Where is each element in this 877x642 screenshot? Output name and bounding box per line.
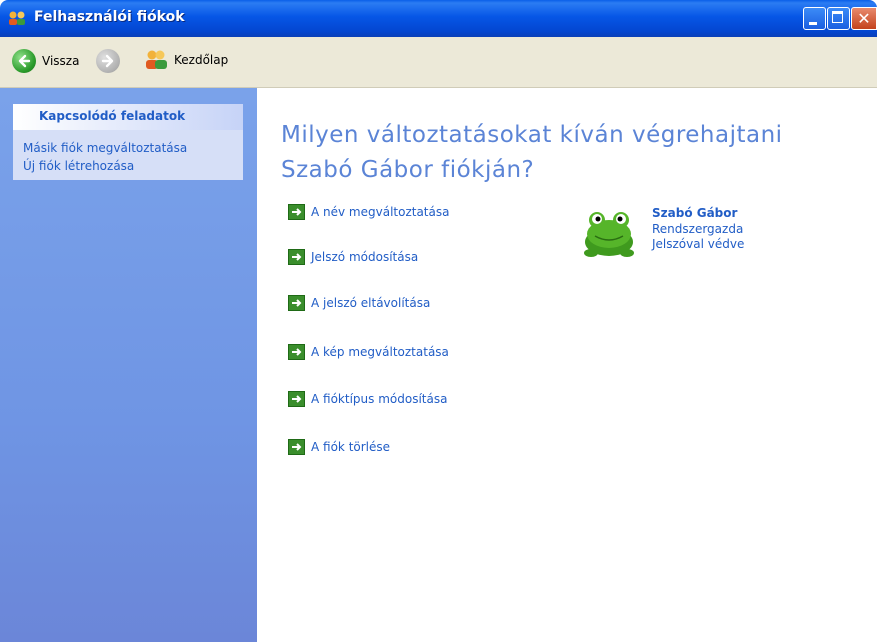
sidebar: Kapcsolódó feladatok Másik fiók megválto… — [0, 88, 257, 642]
action-label: A kép megváltoztatása — [311, 345, 449, 359]
green-arrow-icon — [288, 295, 305, 311]
forward-button[interactable] — [96, 49, 120, 73]
green-arrow-icon — [288, 439, 305, 455]
home-users-icon — [146, 50, 167, 69]
frog-icon — [584, 212, 634, 257]
title-bar[interactable]: Felhasználói fiókok ✕ — [0, 0, 877, 37]
maximize-icon — [832, 11, 843, 23]
back-button[interactable]: Vissza — [12, 49, 79, 73]
green-arrow-icon — [288, 344, 305, 360]
home-label: Kezdőlap — [174, 53, 229, 67]
window-title: Felhasználói fiókok — [34, 9, 185, 25]
action-delete-account[interactable]: A fiók törlése — [288, 439, 390, 455]
main-content: Milyen változtatásokat kíván végrehajtan… — [257, 88, 877, 642]
action-label: Jelszó módosítása — [311, 250, 419, 264]
action-label: A fiók törlése — [311, 440, 391, 454]
minimize-icon — [809, 22, 817, 25]
user-status: Jelszóval védve — [652, 237, 745, 251]
page-title: Milyen változtatásokat kíván végrehajtan… — [281, 118, 841, 188]
page-title-line-2: Szabó Gábor fiókján? — [281, 157, 535, 183]
related-tasks-panel: Kapcsolódó feladatok Másik fiók megválto… — [13, 104, 243, 180]
action-change-password[interactable]: Jelszó módosítása — [288, 249, 418, 265]
user-name: Szabó Gábor — [652, 206, 738, 220]
panel-title: Kapcsolódó feladatok — [13, 104, 243, 130]
user-role: Rendszergazda — [652, 222, 744, 236]
action-label: A jelszó eltávolítása — [311, 296, 431, 310]
back-label: Vissza — [42, 54, 80, 68]
back-arrow-icon — [12, 49, 36, 73]
close-button[interactable]: ✕ — [851, 7, 877, 30]
action-remove-password[interactable]: A jelszó eltávolítása — [288, 295, 430, 311]
green-arrow-icon — [288, 391, 305, 407]
page-title-line-1: Milyen változtatásokat kíván végrehajtan… — [281, 122, 783, 148]
action-label: A fióktípus módosítása — [311, 392, 448, 406]
green-arrow-icon — [288, 249, 305, 265]
action-label: A név megváltoztatása — [311, 205, 450, 219]
action-change-account-type[interactable]: A fióktípus módosítása — [288, 391, 447, 407]
green-arrow-icon — [288, 204, 305, 220]
sidebar-link-change-account[interactable]: Másik fiók megváltoztatása — [13, 139, 243, 157]
action-change-name[interactable]: A név megváltoztatása — [288, 204, 449, 220]
sidebar-link-create-account[interactable]: Új fiók létrehozása — [13, 157, 243, 175]
action-change-picture[interactable]: A kép megváltoztatása — [288, 344, 449, 360]
maximize-button[interactable] — [827, 7, 850, 30]
home-button[interactable]: Kezdőlap — [144, 49, 228, 71]
toolbar: Vissza Kezdőlap — [0, 37, 877, 88]
close-icon: ✕ — [857, 9, 871, 28]
user-accounts-icon — [9, 11, 25, 25]
minimize-button[interactable] — [803, 7, 826, 30]
forward-arrow-icon — [96, 49, 120, 73]
